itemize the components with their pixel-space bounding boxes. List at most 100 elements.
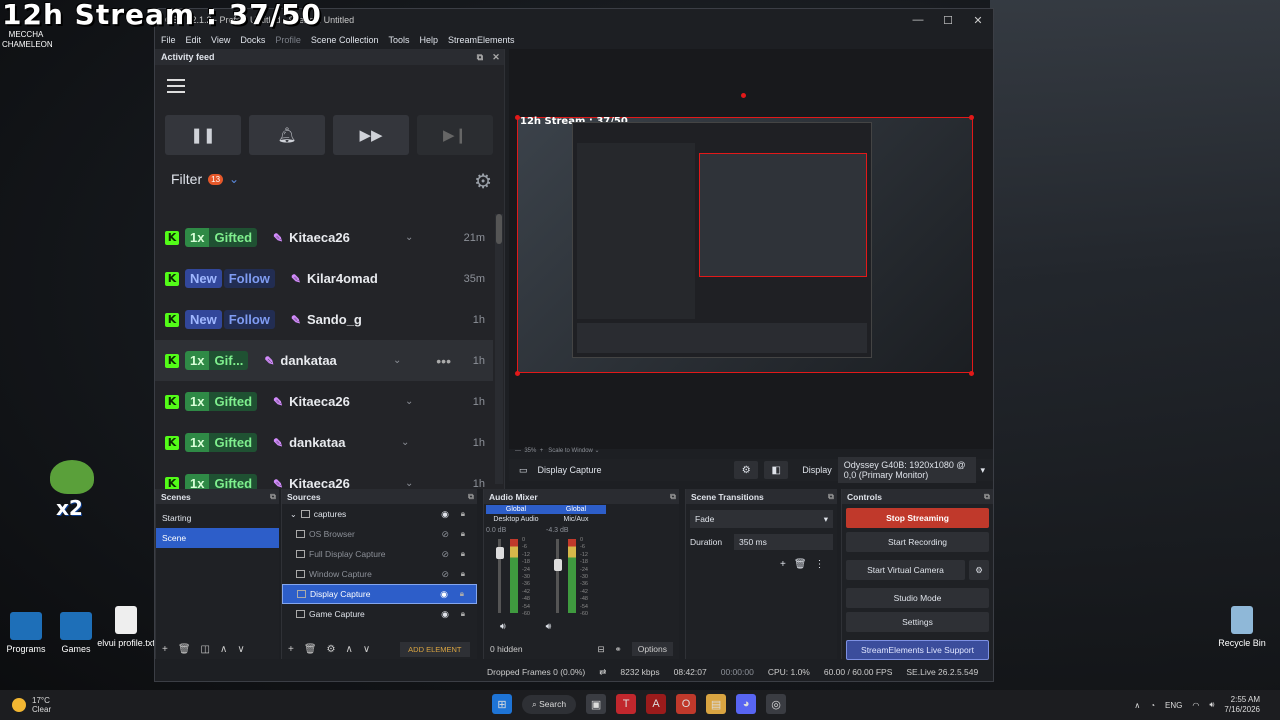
- event-row[interactable]: K 1x Gif... ✎ dankataa ⌄ ••• 1h: [155, 340, 493, 381]
- menu-help[interactable]: Help: [419, 35, 438, 45]
- maximize-icon[interactable]: ☐: [933, 14, 963, 27]
- resize-handle[interactable]: [515, 371, 520, 376]
- lock-icon[interactable]: 🔒︎: [461, 529, 465, 539]
- chevron-down-icon[interactable]: ⌄: [405, 232, 413, 243]
- source-item[interactable]: Game Capture ◉ 🔒︎: [282, 604, 477, 624]
- float-dock-icon[interactable]: ⧉: [472, 52, 488, 63]
- source-group[interactable]: ⌄ captures ◉ 🔒︎: [282, 504, 477, 524]
- event-row[interactable]: K 1x Gifted ✎ Kitaeca26 ⌄ 21m: [155, 217, 493, 258]
- wifi-icon[interactable]: ◠: [1192, 701, 1199, 710]
- menu-scene-collection[interactable]: Scene Collection: [311, 35, 379, 45]
- source-item[interactable]: Display Capture ◉ 🔒︎: [282, 584, 477, 604]
- monitor-app-icon[interactable]: ▣: [586, 694, 607, 714]
- app-icon[interactable]: T: [616, 694, 637, 714]
- transition-select[interactable]: Fade ▾: [690, 510, 833, 528]
- float-dock-icon[interactable]: ⧉: [981, 492, 993, 502]
- speaker-icon[interactable]: 🔊︎: [546, 621, 552, 632]
- menu-docks[interactable]: Docks: [240, 35, 265, 45]
- channel-name[interactable]: Desktop Audio: [486, 516, 546, 523]
- preview-area[interactable]: 12h Stream : 37/50 — 35% + Scale to Wind…: [509, 49, 993, 454]
- more-options-icon[interactable]: •••: [436, 353, 451, 369]
- lock-icon[interactable]: 🔒︎: [461, 609, 465, 619]
- float-dock-icon[interactable]: ⧉: [267, 492, 279, 502]
- lock-icon[interactable]: 🔒︎: [460, 589, 464, 599]
- hamburger-menu-icon[interactable]: [167, 79, 185, 97]
- more-options-icon[interactable]: ⋮: [815, 559, 825, 570]
- channel-name[interactable]: Mic/Aux: [546, 516, 606, 523]
- close-icon[interactable]: ✕: [963, 14, 993, 27]
- obs-icon[interactable]: ◎: [766, 694, 787, 714]
- start-recording-button[interactable]: Start Recording: [846, 532, 989, 552]
- move-down-icon[interactable]: ∨: [237, 644, 244, 655]
- menu-file[interactable]: File: [161, 35, 176, 45]
- menu-profile[interactable]: Profile: [275, 35, 301, 45]
- menu-tools[interactable]: Tools: [388, 35, 409, 45]
- float-dock-icon[interactable]: ⧉: [465, 492, 477, 502]
- rotate-handle[interactable]: [741, 93, 746, 98]
- event-row[interactable]: K 1x Gifted ✎ dankataa ⌄ 1h: [155, 422, 493, 463]
- menu-streamelements[interactable]: StreamElements: [448, 35, 515, 45]
- windows-start-icon[interactable]: ⊞: [492, 694, 512, 714]
- fader-knob[interactable]: [496, 547, 504, 559]
- scene-item[interactable]: Starting: [156, 508, 279, 528]
- source-properties-icon[interactable]: ⚙: [734, 461, 759, 479]
- resize-handle[interactable]: [969, 371, 974, 376]
- event-row[interactable]: K 1x Gifted ✎ Kitaeca26 ⌄ 1h: [155, 381, 493, 422]
- lock-icon[interactable]: 🔒︎: [461, 509, 465, 519]
- studio-mode-button[interactable]: Studio Mode: [846, 588, 989, 608]
- chevron-down-icon[interactable]: ⌄: [393, 355, 401, 366]
- source-item[interactable]: Window Capture ⊘ 🔒︎: [282, 564, 477, 584]
- settings-button[interactable]: Settings: [846, 612, 989, 632]
- move-up-icon[interactable]: ∧: [346, 644, 353, 655]
- weather-widget[interactable]: 17°C Clear: [12, 696, 51, 714]
- desktop-icon-recycle-bin[interactable]: Recycle Bin: [1212, 606, 1272, 648]
- source-filters-icon[interactable]: ◧: [764, 461, 789, 479]
- event-row[interactable]: K New Follow ✎ Kilar4omad 35m: [155, 258, 493, 299]
- scene-item[interactable]: Scene: [156, 528, 279, 548]
- trash-icon[interactable]: 🗑︎: [304, 644, 317, 655]
- taskbar-search[interactable]: ⌕ Search: [522, 694, 577, 714]
- move-up-icon[interactable]: ∧: [220, 644, 227, 655]
- event-row[interactable]: K New Follow ✎ Sando_g 1h: [155, 299, 493, 340]
- add-icon[interactable]: +: [162, 644, 168, 655]
- mixer-layout-icon[interactable]: ⊟: [597, 644, 604, 655]
- duration-spinbox[interactable]: 350 ms: [734, 534, 833, 550]
- trash-icon[interactable]: 🗑︎: [794, 559, 807, 570]
- mute-alerts-button[interactable]: 🔔︎: [249, 115, 325, 155]
- close-dock-icon[interactable]: ✕: [488, 52, 504, 63]
- speaker-icon[interactable]: 🔊︎: [500, 621, 506, 632]
- speaker-icon[interactable]: 🔊︎: [1209, 700, 1214, 710]
- gear-icon[interactable]: ⚙: [969, 560, 989, 580]
- eye-icon[interactable]: ◉: [440, 589, 448, 600]
- fader-knob[interactable]: [554, 559, 562, 571]
- lang-indicator[interactable]: ENG: [1165, 701, 1182, 710]
- menu-edit[interactable]: Edit: [186, 35, 202, 45]
- resize-handle[interactable]: [969, 115, 974, 120]
- eye-hidden-icon[interactable]: ⊘: [441, 569, 449, 580]
- move-down-icon[interactable]: ∨: [363, 644, 370, 655]
- opera-icon[interactable]: O: [676, 694, 697, 714]
- file-explorer-icon[interactable]: ▤: [706, 694, 727, 714]
- gear-icon[interactable]: ⚙: [474, 169, 492, 194]
- add-icon[interactable]: +: [780, 559, 786, 570]
- stop-streaming-button[interactable]: Stop Streaming: [846, 508, 989, 528]
- taskbar-clock[interactable]: 2:55 AM 7/16/2026: [1224, 695, 1260, 715]
- source-item[interactable]: Full Display Capture ⊘ 🔒︎: [282, 544, 477, 564]
- volume-fader[interactable]: [556, 539, 559, 613]
- float-dock-icon[interactable]: ⧉: [825, 492, 837, 502]
- add-element-button[interactable]: ADD ELEMENT: [400, 641, 470, 657]
- chevron-down-icon[interactable]: ⌄: [405, 478, 413, 489]
- lock-icon[interactable]: 🔒︎: [461, 549, 465, 559]
- options-button[interactable]: Options: [631, 642, 673, 656]
- skip-next-button[interactable]: ▶❙: [417, 115, 493, 155]
- trash-icon[interactable]: 🗑︎: [178, 644, 191, 655]
- discord-icon[interactable]: ◕: [736, 694, 757, 714]
- display-select[interactable]: Odyssey G40B: 1920x1080 @ 0,0 (Primary M…: [837, 457, 977, 483]
- gear-icon[interactable]: ⚙: [327, 644, 336, 655]
- eye-icon[interactable]: ◉: [441, 609, 449, 620]
- resize-handle[interactable]: [515, 115, 520, 120]
- eye-hidden-icon[interactable]: ⊘: [441, 549, 449, 560]
- tray-icon[interactable]: ◔: [1150, 701, 1155, 710]
- pause-button[interactable]: ❚❚: [165, 115, 241, 155]
- desktop-icon-elvui-file[interactable]: elvui profile.txt: [96, 606, 156, 648]
